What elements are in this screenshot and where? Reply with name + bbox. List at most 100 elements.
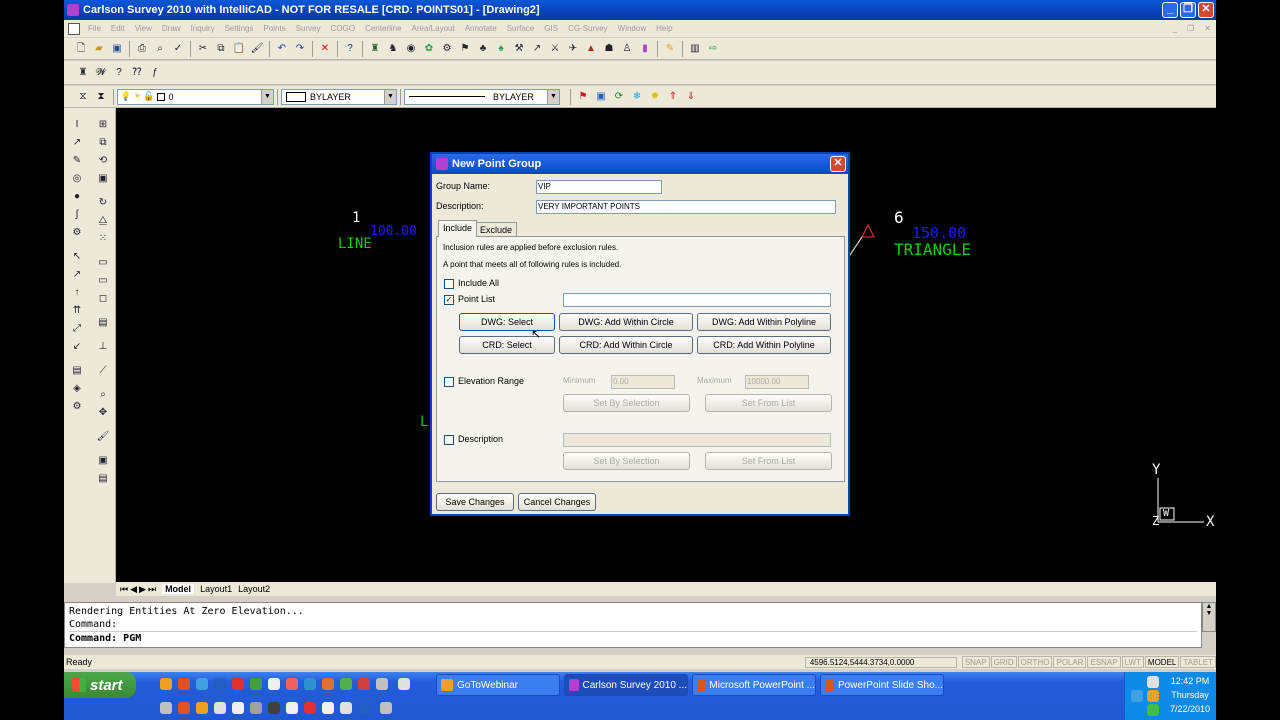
quicklaunch-7-icon[interactable]	[268, 678, 280, 690]
text-tool-icon[interactable]: ʃ	[70, 208, 84, 222]
crd-add-within-circle-button[interactable]: CRD: Add Within Circle	[559, 336, 693, 354]
new-file-icon[interactable]: 🗋	[74, 42, 88, 56]
menu-settings[interactable]: Settings	[225, 24, 254, 33]
whats-this-help-icon[interactable]: ?	[112, 66, 126, 80]
insert-tool-icon[interactable]: ◈	[70, 382, 84, 396]
mirror-tool-icon[interactable]: ⧋	[96, 214, 110, 228]
menu-draw[interactable]: Draw	[162, 24, 181, 33]
survey-tool-15-icon[interactable]: ♙	[620, 42, 634, 56]
modify-tool-1-icon[interactable]: ⊞	[96, 118, 110, 132]
arrow-tool-6-icon[interactable]: ↙	[70, 340, 84, 354]
survey-tool-12-icon[interactable]: ✈	[566, 42, 580, 56]
library-icon[interactable]: ▥	[688, 42, 702, 56]
line-tool-icon[interactable]: I	[70, 118, 84, 132]
hatch-tool-icon[interactable]: ⚙	[70, 226, 84, 240]
survey-tool-10-icon[interactable]: ↗	[530, 42, 544, 56]
task-slideshow[interactable]: PowerPoint Slide Sho...	[820, 674, 944, 696]
offset-tool-icon[interactable]: ◻	[96, 292, 110, 306]
elevation-range-checkbox[interactable]	[444, 377, 454, 387]
rectangle-tool-icon[interactable]: ▭	[96, 274, 110, 288]
quicklaunch-9-icon[interactable]	[304, 678, 316, 690]
survey-tool-16-icon[interactable]: ▮	[638, 42, 652, 56]
chevron-down-icon[interactable]: ▼	[547, 89, 559, 104]
redo-icon[interactable]: ↷	[293, 42, 307, 56]
array-tool-icon[interactable]: ⁙	[96, 232, 110, 246]
description-input[interactable]: VERY IMPORTANT POINTS	[536, 200, 836, 214]
ortho-toggle[interactable]: ORTHO	[1017, 656, 1053, 668]
window-title-bar[interactable]: Carlson Survey 2010 with IntelliCAD - NO…	[64, 0, 1216, 20]
tray-wifi-icon[interactable]	[1147, 704, 1159, 716]
survey-tool-14-icon[interactable]: ☗	[602, 42, 616, 56]
quicklaunch-5-icon[interactable]	[232, 678, 244, 690]
tab-include[interactable]: Include	[438, 220, 478, 237]
tab-scroll-prev-icon[interactable]: ◀	[130, 584, 137, 595]
esnap-toggle[interactable]: ESNAP	[1087, 656, 1121, 668]
copy-icon[interactable]: ⧉	[214, 42, 228, 56]
quicklaunch-18-icon[interactable]	[214, 702, 226, 714]
quicklaunch-1-icon[interactable]	[160, 678, 172, 690]
tray-time[interactable]: 12:42 PM	[1165, 676, 1215, 686]
quicklaunch-26-icon[interactable]	[358, 702, 370, 714]
edit-pencil-icon[interactable]: ✎	[663, 42, 677, 56]
menu-edit[interactable]: Edit	[111, 24, 125, 33]
modify-tool-2-icon[interactable]: ⧉	[96, 136, 110, 150]
image-icon[interactable]: ▣	[594, 90, 608, 104]
arrow-tool-1-icon[interactable]: ↖	[70, 250, 84, 264]
pan-tool-icon[interactable]: ✥	[96, 406, 110, 420]
menu-annotate[interactable]: Annotate	[465, 24, 497, 33]
print-preview-icon[interactable]: ⌕	[153, 42, 167, 56]
undo-icon[interactable]: ↶	[275, 42, 289, 56]
tab-layout1[interactable]: Layout1	[200, 584, 232, 594]
cut-icon[interactable]: ✂	[196, 42, 210, 56]
quicklaunch-3-icon[interactable]	[196, 678, 208, 690]
properties-tool-icon[interactable]: ▤	[96, 472, 110, 486]
quicklaunch-20-icon[interactable]	[250, 702, 262, 714]
close-button[interactable]: ✕	[1198, 2, 1214, 18]
dialog-close-button[interactable]: ✕	[830, 156, 846, 172]
quicklaunch-17-icon[interactable]	[196, 702, 208, 714]
point-tool-icon[interactable]: ●	[70, 190, 84, 204]
match-properties-icon[interactable]: 🖌	[250, 42, 264, 56]
mdi-restore-icon[interactable]: ❐	[1187, 24, 1194, 33]
menu-survey[interactable]: Survey	[296, 24, 321, 33]
edit-polyline-icon[interactable]: ✎	[70, 154, 84, 168]
polyline-tool-icon[interactable]: ↗	[70, 136, 84, 150]
spell-check-icon[interactable]: ✓	[171, 42, 185, 56]
tray-bluetooth-icon[interactable]	[1131, 690, 1143, 702]
quicklaunch-27-icon[interactable]	[380, 702, 392, 714]
rotate-tool-icon[interactable]: ↻	[96, 196, 110, 210]
block-tool-icon[interactable]: ▤	[70, 364, 84, 378]
export-icon[interactable]: ⇨	[706, 42, 720, 56]
modify-tool-3-icon[interactable]: ⟲	[96, 154, 110, 168]
command-scrollbar[interactable]: ▲ ▼	[1202, 602, 1216, 632]
linetype-dropdown[interactable]: BYLAYER ▼	[404, 88, 560, 105]
brush-tool-icon[interactable]: 🖌	[96, 430, 110, 444]
dwg-add-within-polyline-button[interactable]: DWG: Add Within Polyline	[697, 313, 831, 331]
description-set-from-list-button[interactable]: Set From List	[705, 452, 832, 470]
layer-previous-icon[interactable]: ⧗	[94, 90, 108, 104]
snap-toggle[interactable]: SNAP	[961, 656, 990, 668]
save-icon[interactable]: ▣	[110, 42, 124, 56]
quicklaunch-14-icon[interactable]	[398, 678, 410, 690]
trim-tool-icon[interactable]: ⟋	[96, 364, 110, 378]
maximum-input[interactable]: 10000.00	[745, 375, 809, 389]
tray-network-icon[interactable]	[1147, 676, 1159, 688]
survey-tool-1-icon[interactable]: ♜	[368, 42, 382, 56]
context-help-icon[interactable]: ⁇	[130, 66, 144, 80]
dialog-title-bar[interactable]: New Point Group ✕	[432, 154, 848, 174]
chevron-down-icon[interactable]: ▼	[261, 89, 273, 104]
quicklaunch-10-icon[interactable]	[322, 678, 334, 690]
model-toggle[interactable]: MODEL	[1144, 656, 1180, 668]
group-name-input[interactable]: VIP	[536, 180, 662, 194]
chevron-down-icon[interactable]: ▼	[384, 89, 396, 104]
quicklaunch-16-icon[interactable]	[178, 702, 190, 714]
menu-help[interactable]: Help	[656, 24, 672, 33]
menu-window[interactable]: Window	[618, 24, 646, 33]
quicklaunch-24-icon[interactable]	[322, 702, 334, 714]
menu-points[interactable]: Points	[263, 24, 285, 33]
draw-tool-icon[interactable]: 𝓦	[94, 66, 108, 80]
elevation-set-by-selection-button[interactable]: Set By Selection	[563, 394, 690, 412]
tray-security-icon[interactable]	[1147, 690, 1159, 702]
tablet-toggle[interactable]: TABLET	[1180, 656, 1216, 668]
task-carlson-survey[interactable]: Carlson Survey 2010 ...	[564, 674, 688, 696]
